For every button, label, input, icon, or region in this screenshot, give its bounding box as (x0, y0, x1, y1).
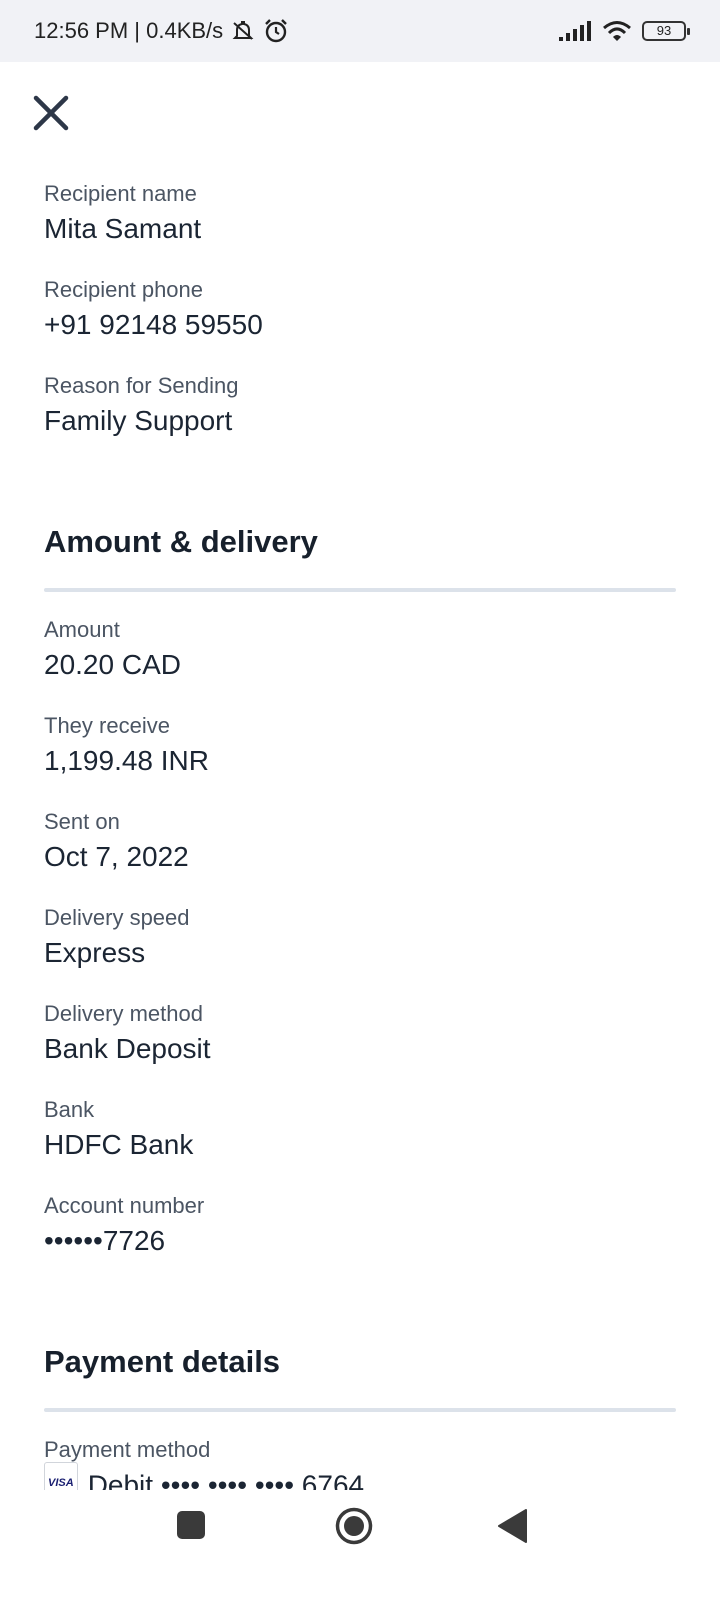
field-label: Recipient name (44, 181, 197, 206)
status-time-speed: 12:56 PM | 0.4KB/s (34, 18, 224, 43)
bank-field: Bank HDFC Bank (44, 1094, 676, 1164)
field-label: Sent on (44, 809, 120, 834)
close-button[interactable] (30, 92, 72, 134)
field-label: Bank (44, 1097, 95, 1122)
back-button[interactable] (496, 1508, 530, 1544)
field-label: Amount (44, 617, 120, 642)
field-label: Delivery method (44, 1001, 203, 1026)
home-icon (335, 1507, 373, 1545)
field-label: Recipient phone (44, 277, 204, 302)
field-value: Family Support (44, 405, 233, 436)
field-value: ••••••7726 (44, 1225, 166, 1256)
field-label: Payment method (44, 1437, 211, 1462)
section-divider (44, 588, 676, 592)
amount-field: Amount 20.20 CAD (44, 614, 676, 684)
field-value: 1,199.48 INR (44, 745, 209, 776)
field-value: Mita Samant (44, 213, 202, 244)
recents-icon (177, 1511, 205, 1539)
close-icon (33, 95, 69, 131)
recipient-name-field: Recipient name Mita Samant (44, 178, 676, 248)
alarm-icon (265, 19, 288, 43)
field-value: HDFC Bank (44, 1129, 194, 1160)
home-button[interactable] (334, 1506, 374, 1546)
section-divider (44, 1408, 676, 1412)
reason-field: Reason for Sending Family Support (44, 370, 676, 440)
wifi-icon (603, 21, 631, 41)
field-label: They receive (44, 713, 170, 738)
field-value: Express (44, 937, 146, 968)
battery-level: 93 (656, 23, 672, 38)
mute-icon (232, 21, 254, 40)
field-value: Oct 7, 2022 (44, 841, 189, 872)
field-label: Delivery speed (44, 905, 190, 930)
signal-icon (559, 21, 591, 41)
recipient-phone-field: Recipient phone +91 92148 59550 (44, 274, 676, 344)
sent-on-field: Sent on Oct 7, 2022 (44, 806, 676, 876)
status-left: 12:56 PM | 0.4KB/s (34, 18, 289, 44)
amount-section-title: Amount & delivery (44, 524, 318, 559)
transfer-details: Recipient name Mita Samant Recipient pho… (44, 178, 676, 1534)
payment-section-title: Payment details (44, 1344, 281, 1379)
delivery-method-field: Delivery method Bank Deposit (44, 998, 676, 1068)
battery-icon: 93 (642, 21, 690, 41)
status-bar: 12:56 PM | 0.4KB/s 93 (0, 0, 720, 62)
they-receive-field: They receive 1,199.48 INR (44, 710, 676, 780)
field-value: Bank Deposit (44, 1033, 211, 1064)
delivery-speed-field: Delivery speed Express (44, 902, 676, 972)
field-label: Reason for Sending (44, 373, 239, 398)
system-nav-bar (0, 1490, 720, 1600)
recents-button[interactable] (176, 1510, 206, 1540)
field-value: 20.20 CAD (44, 649, 181, 680)
account-number-field: Account number ••••••7726 (44, 1190, 676, 1260)
field-value: +91 92148 59550 (44, 309, 263, 340)
status-right: 93 (558, 19, 690, 43)
back-icon (498, 1509, 527, 1543)
field-label: Account number (44, 1193, 205, 1218)
